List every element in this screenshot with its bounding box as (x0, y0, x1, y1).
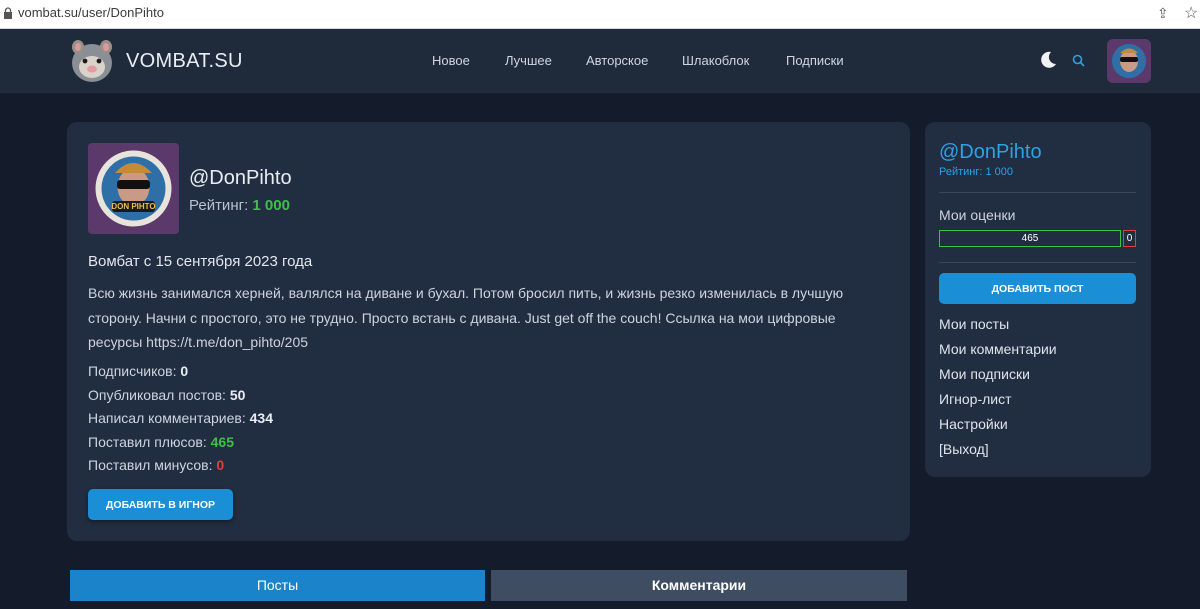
user-avatar[interactable] (1107, 39, 1151, 83)
sidebar-item-ignore-list[interactable]: Игнор-лист (939, 387, 1057, 412)
tab-posts[interactable]: Посты (70, 570, 485, 601)
profile-avatar: DON PIHTO (88, 143, 179, 234)
stat-plus: Поставил плюсов: 465 (88, 433, 234, 450)
rating-value: 1 000 (252, 197, 290, 214)
stat-comments: Написал комментариев: 434 (88, 410, 273, 426)
site-header: VOMBAT.SU Новое Лучшее Авторское Шлакобл… (0, 29, 1200, 93)
votes-minus-bar: 0 (1123, 230, 1136, 247)
profile-rating: Рейтинг: 1 000 (189, 197, 290, 214)
sidebar-item-my-posts[interactable]: Мои посты (939, 312, 1057, 337)
share-icon[interactable]: ⇪ (1157, 5, 1169, 22)
tab-comments[interactable]: Комментарии (491, 570, 907, 601)
stat-subscribers: Подписчиков: 0 (88, 363, 189, 379)
rating-label: Рейтинг: (189, 197, 253, 214)
url-text[interactable]: vombat.su/user/DonPihto (18, 5, 164, 20)
add-post-button[interactable]: ДОБАВИТЬ ПОСТ (939, 273, 1136, 304)
sidebar-links: Мои посты Мои комментарии Мои подписки И… (939, 312, 1057, 462)
sidebar-item-settings[interactable]: Настройки (939, 412, 1057, 437)
sidebar-username[interactable]: @DonPihto (939, 141, 1042, 164)
stat-minus: Поставил минусов: 0 (88, 457, 225, 473)
divider (939, 192, 1136, 193)
stat-posts: Опубликовал постов: 50 (88, 386, 246, 403)
nav-slag[interactable]: Шлакоблок (682, 53, 749, 68)
svg-text:DON PIHTO: DON PIHTO (111, 202, 155, 211)
add-to-ignore-button[interactable]: ДОБАВИТЬ В ИГНОР (88, 489, 233, 520)
divider (939, 262, 1136, 263)
profile-bio: Всю жизнь занимался херней, валялся на д… (88, 285, 844, 350)
sidebar-rating: Рейтинг: 1 000 (939, 166, 1014, 178)
nav-subscriptions[interactable]: Подписки (786, 53, 844, 68)
moon-icon[interactable] (1038, 50, 1058, 70)
nav-new[interactable]: Новое (432, 53, 470, 68)
user-sidebar: @DonPihto Рейтинг: 1 000 Мои оценки 465 … (925, 122, 1151, 477)
site-logo-text[interactable]: VOMBAT.SU (126, 50, 243, 73)
nav-authored[interactable]: Авторское (586, 53, 648, 68)
sidebar-item-my-comments[interactable]: Мои комментарии (939, 337, 1057, 362)
lock-icon (4, 7, 12, 19)
sidebar-item-my-subscriptions[interactable]: Мои подписки (939, 362, 1057, 387)
sidebar-item-logout[interactable]: [Выход] (939, 437, 1057, 462)
browser-address-bar: vombat.su/user/DonPihto ⇪ ☆ (0, 0, 1200, 29)
wombat-logo-icon[interactable] (67, 37, 117, 85)
profile-username: @DonPihto (189, 167, 292, 189)
profile-card: DON PIHTO @DonPihto Рейтинг: 1 000 Вомба… (67, 122, 910, 541)
nav-best[interactable]: Лучшее (505, 53, 552, 68)
my-votes-label: Мои оценки (939, 207, 1016, 223)
votes-plus-bar: 465 (939, 230, 1121, 247)
bookmark-star-icon[interactable]: ☆ (1184, 3, 1198, 23)
profile-stats: Подписчиков: 0 Опубликовал постов: 50 На… (88, 360, 273, 478)
search-icon[interactable] (1072, 54, 1085, 67)
member-since: Вомбат с 15 сентября 2023 года (88, 253, 313, 270)
